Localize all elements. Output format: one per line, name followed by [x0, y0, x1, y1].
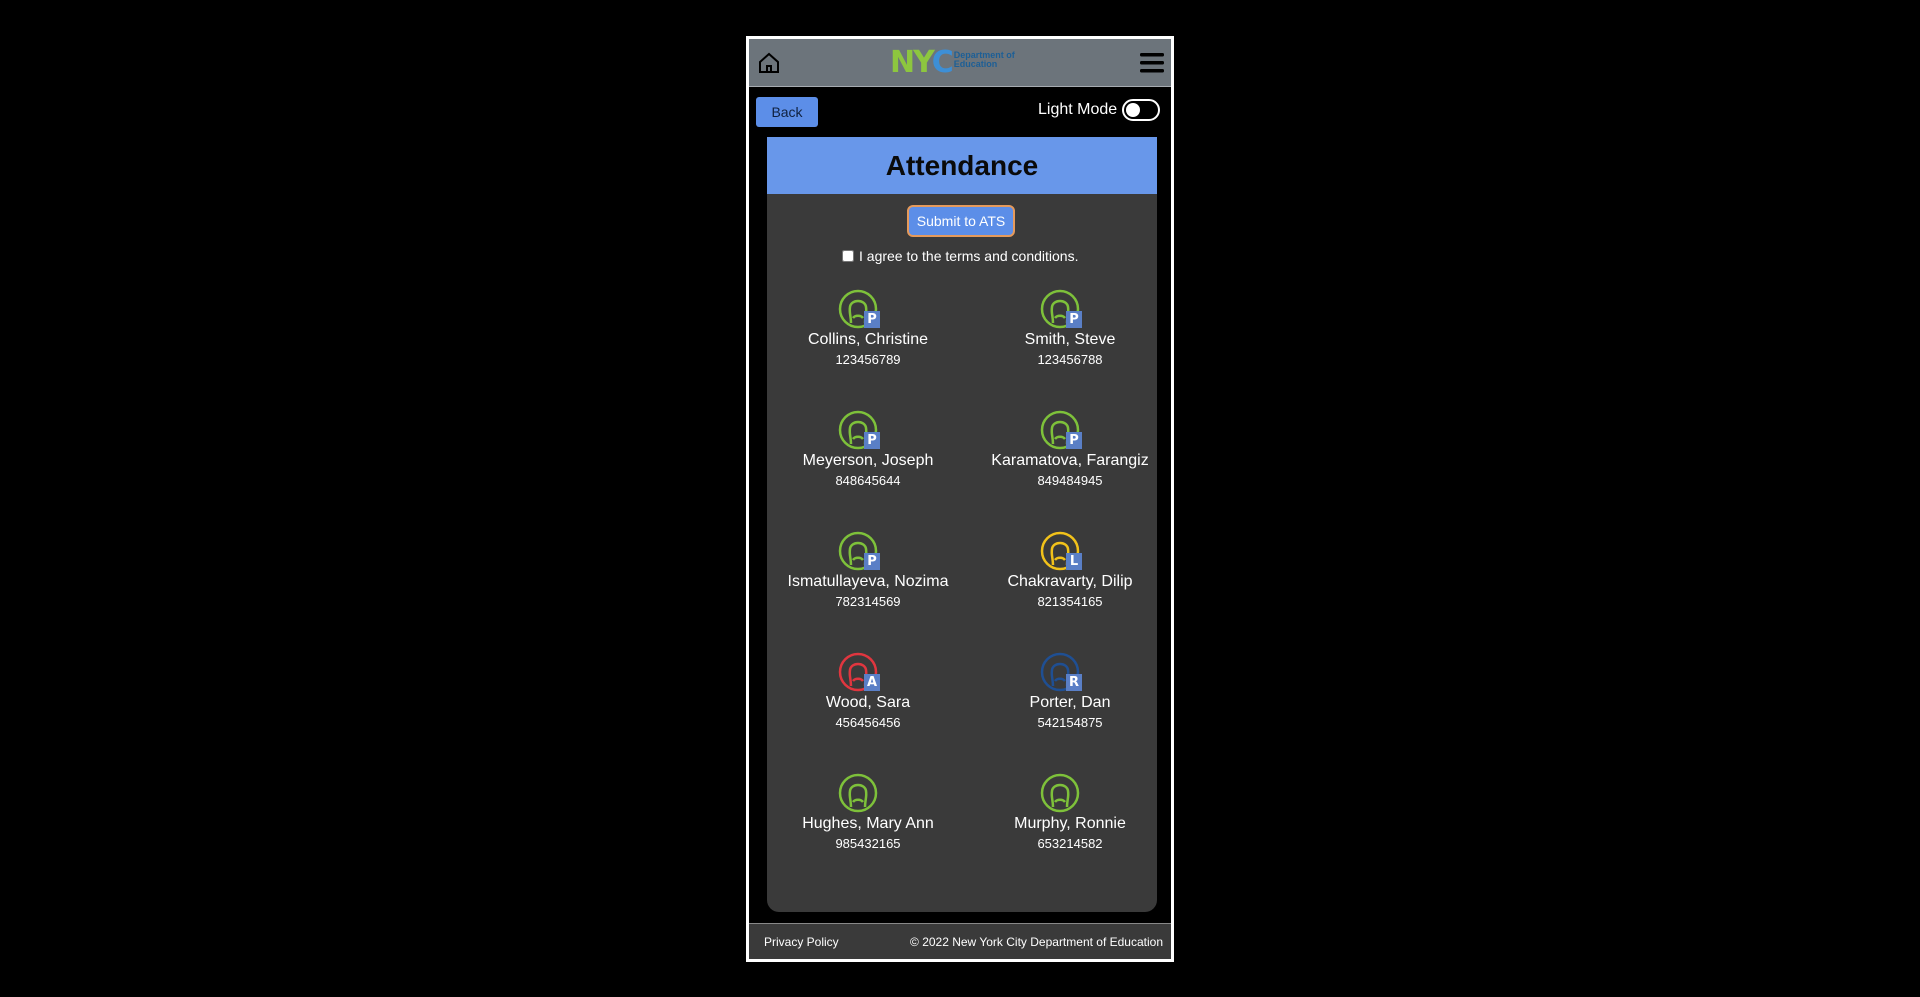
submit-to-ats-button[interactable]: Submit to ATS: [907, 205, 1015, 237]
attendance-status-badge: P: [864, 432, 880, 449]
student-id: 653214582: [1037, 836, 1103, 851]
light-mode-toggle[interactable]: [1122, 99, 1160, 121]
student-id: 123456789: [835, 352, 901, 367]
student-name: Hughes, Mary Ann: [802, 815, 934, 832]
student-name: Smith, Steve: [1024, 331, 1116, 348]
student-tile[interactable]: P Karamatova, Farangiz 849484945: [969, 410, 1157, 531]
logo-line-2: Education: [953, 59, 998, 69]
student-avatar-icon: L: [1040, 531, 1084, 575]
student-tile[interactable]: P Collins, Christine 123456789: [767, 289, 969, 410]
student-avatar-icon: [1040, 773, 1084, 817]
student-avatar-icon: P: [838, 289, 882, 333]
hamburger-menu-icon[interactable]: [1139, 52, 1165, 74]
toggle-knob: [1126, 103, 1140, 117]
student-tile[interactable]: Hughes, Mary Ann 985432165: [767, 773, 969, 894]
terms-label: I agree to the terms and conditions.: [859, 248, 1079, 264]
home-icon[interactable]: [757, 51, 781, 75]
student-tile[interactable]: A Wood, Sara 456456456: [767, 652, 969, 773]
student-name: Porter, Dan: [1029, 694, 1111, 711]
student-id: 848645644: [835, 473, 901, 488]
student-avatar-icon: [838, 773, 882, 817]
student-tile[interactable]: Murphy, Ronnie 653214582: [969, 773, 1157, 894]
card-header: Attendance: [767, 137, 1157, 194]
top-navigation-bar: NYC Department of Education: [749, 39, 1171, 87]
app-frame: NYC Department of Education Back Light M…: [746, 36, 1174, 962]
student-name: Chakravarty, Dilip: [1007, 573, 1133, 590]
attendance-status-badge: P: [864, 553, 880, 570]
student-avatar-icon: A: [838, 652, 882, 696]
student-id: 849484945: [1037, 473, 1103, 488]
student-tile[interactable]: R Porter, Dan 542154875: [969, 652, 1157, 773]
privacy-policy-link[interactable]: Privacy Policy: [764, 935, 839, 949]
student-tile[interactable]: P Meyerson, Joseph 848645644: [767, 410, 969, 531]
student-id: 123456788: [1037, 352, 1103, 367]
student-name: Collins, Christine: [807, 331, 929, 348]
student-name: Murphy, Ronnie: [1014, 815, 1126, 832]
student-id: 985432165: [835, 836, 901, 851]
attendance-status-badge: A: [864, 674, 880, 691]
student-avatar-icon: P: [1040, 289, 1084, 333]
footer: Privacy Policy © 2022 New York City Depa…: [749, 923, 1171, 959]
student-name: Karamatova, Farangiz: [991, 452, 1149, 469]
light-mode-label: Light Mode: [1038, 101, 1118, 118]
student-avatar-icon: P: [1040, 410, 1084, 454]
student-name: Meyerson, Joseph: [802, 452, 934, 469]
terms-checkbox[interactable]: [842, 250, 854, 262]
terms-agreement[interactable]: I agree to the terms and conditions.: [842, 248, 1078, 264]
toolbar: Back Light Mode: [749, 87, 1171, 129]
nyc-doe-logo[interactable]: NYC Department of Education: [890, 45, 1015, 80]
attendance-status-badge: L: [1066, 553, 1082, 570]
student-tile[interactable]: P Ismatullayeva, Nozima 782314569: [767, 531, 969, 652]
student-grid: P Collins, Christine 123456789 P Smith, Stev…: [767, 289, 1157, 894]
attendance-card: Attendance Submit to ATS I agree to the …: [767, 137, 1157, 912]
student-id: 782314569: [835, 594, 901, 609]
student-avatar-icon: P: [838, 410, 882, 454]
student-id: 542154875: [1037, 715, 1103, 730]
student-avatar-icon: P: [838, 531, 882, 575]
attendance-status-badge: P: [1066, 311, 1082, 328]
student-name: Wood, Sara: [825, 694, 911, 711]
attendance-status-badge: P: [864, 311, 880, 328]
student-tile[interactable]: P Smith, Steve 123456788: [969, 289, 1157, 410]
logo-text: Department of Education: [954, 51, 1015, 69]
student-avatar-icon: R: [1040, 652, 1084, 696]
page-title: Attendance: [885, 149, 1039, 181]
back-button[interactable]: Back: [756, 97, 818, 127]
attendance-status-badge: R: [1066, 674, 1082, 691]
student-id: 821354165: [1037, 594, 1103, 609]
student-tile[interactable]: L Chakravarty, Dilip 821354165: [969, 531, 1157, 652]
student-id: 456456456: [835, 715, 901, 730]
logo-letters: NYC: [890, 45, 954, 80]
attendance-status-badge: P: [1066, 432, 1082, 449]
student-name: Ismatullayeva, Nozima: [787, 573, 949, 590]
copyright-text: © 2022 New York City Department of Educa…: [910, 934, 1163, 949]
